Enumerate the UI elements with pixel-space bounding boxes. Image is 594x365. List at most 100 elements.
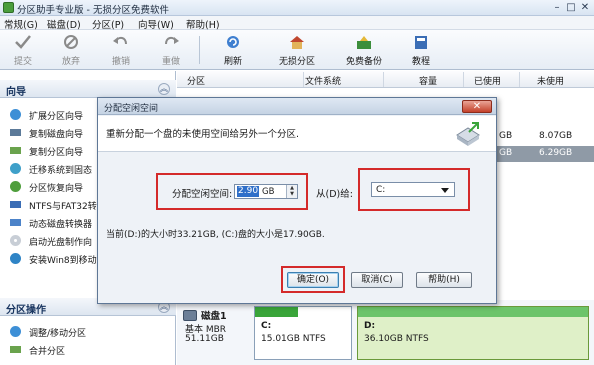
recovery-icon <box>10 181 21 192</box>
tutorial-button[interactable]: 教程 <box>396 33 446 67</box>
toolbar-separator <box>199 36 200 64</box>
tutorial-icon <box>415 36 427 49</box>
dialog-body: 分配空闲空间: 2.90 GB ▲ ▼ 从(D)给: C: 当前(D:)的大小时3… <box>98 153 496 303</box>
partition-letter: D: <box>364 321 376 331</box>
partition-list-header: 分区 文件系统 容量 已使用 未使用 <box>177 71 594 88</box>
cancel-button[interactable]: 取消(C) <box>351 272 403 288</box>
menu-bar: 常规(G) 磁盘(D) 分区(P) 向导(W) 帮助(H) <box>0 16 594 31</box>
refresh-button[interactable]: 刷新 <box>208 33 258 67</box>
menu-general[interactable]: 常规(G) <box>4 17 38 31</box>
menu-wizard[interactable]: 向导(W) <box>138 17 174 31</box>
wizard-panel-title: 向导 <box>6 87 26 98</box>
size-stepper[interactable]: 2.90 GB ▲ ▼ <box>234 184 298 199</box>
maximize-button[interactable]: □ <box>564 2 578 14</box>
wizard-item-label: 动态磁盘转换器 <box>29 220 93 230</box>
close-button[interactable]: ✕ <box>578 2 592 14</box>
undo-label: 撤销 <box>111 57 130 67</box>
discard-label: 放弃 <box>61 57 80 67</box>
partition-ops-panel-title: 分区操作 <box>6 305 46 316</box>
migrate-icon <box>10 163 21 174</box>
op-item-label: 调整/移动分区 <box>29 329 87 339</box>
dialog-description: 重新分配一个盘的未使用空间给另外一个分区. <box>106 129 300 140</box>
wizard-panel-header[interactable]: 向导 ︽ <box>0 80 176 98</box>
lossless-partition-label: 无损分区 <box>278 57 315 67</box>
minimize-button[interactable]: – <box>550 2 564 14</box>
column-divider[interactable] <box>519 72 520 87</box>
wizard-item-label: 复制分区向导 <box>29 148 84 158</box>
partition-letter: C: <box>261 321 272 331</box>
help-button[interactable]: 帮助(H) <box>416 272 472 288</box>
op-item-resize-move[interactable]: 调整/移动分区 <box>0 323 176 341</box>
menu-disk[interactable]: 磁盘(D) <box>47 17 81 31</box>
disk-map: 磁盘1 基本 MBR 51.11GB C: 15.01GB NTFS D: 36… <box>177 300 594 365</box>
used-cell: GB <box>499 131 513 141</box>
from-label: 从(D)给: <box>316 189 353 200</box>
col-free[interactable]: 未使用 <box>537 74 564 87</box>
window-title: 分区助手专业版 - 无损分区免费软件 <box>17 5 169 16</box>
column-divider[interactable] <box>303 72 304 87</box>
menu-partition[interactable]: 分区(P) <box>92 17 124 31</box>
resize-icon <box>10 326 21 337</box>
cd-icon <box>10 235 21 246</box>
partition-block-c[interactable]: C: 15.01GB NTFS <box>254 306 352 360</box>
backup-icon <box>357 36 371 49</box>
col-filesystem[interactable]: 文件系统 <box>305 74 341 87</box>
allocate-space-dialog: 分配空闲空间 ✕ 重新分配一个盘的未使用空间给另外一个分区. 分配空闲空间: 2… <box>97 97 497 304</box>
free-backup-label: 免费备份 <box>345 57 382 67</box>
col-capacity[interactable]: 容量 <box>419 74 437 87</box>
free-cell: 6.29GB <box>539 148 573 158</box>
chevron-down-icon[interactable] <box>441 188 449 193</box>
col-used[interactable]: 已使用 <box>474 74 501 87</box>
wizard-item-label: 分区恢复向导 <box>29 184 84 194</box>
toolbar: 提交 放弃 撤销 重做 刷新 无损分区 免费备份 教程 <box>0 30 594 70</box>
merge-icon <box>10 346 21 353</box>
column-divider[interactable] <box>383 72 384 87</box>
target-partition-select[interactable]: C: <box>371 182 455 197</box>
usage-bar <box>358 307 588 317</box>
menu-help[interactable]: 帮助(H) <box>186 17 220 31</box>
free-backup-button[interactable]: 免费备份 <box>336 33 392 67</box>
redo-label: 重做 <box>161 57 180 67</box>
extend-partition-icon <box>10 109 21 120</box>
refresh-icon <box>227 36 239 48</box>
wizard-item-label: 安装Win8到移动 <box>29 256 97 266</box>
partition-info: 36.10GB NTFS <box>364 334 429 344</box>
stepper-down-icon[interactable]: ▼ <box>287 191 297 197</box>
size-value: 2.90 <box>237 186 260 197</box>
redo-icon <box>165 36 179 45</box>
collapse-icon[interactable]: ︽ <box>158 83 170 95</box>
selected-partition: C: <box>376 185 386 195</box>
size-info-text: 当前(D:)的大小时33.21GB, (C:)盘的大小是17.90GB. <box>106 230 325 240</box>
undo-button[interactable]: 撤销 <box>96 33 146 67</box>
partition-block-d[interactable]: D: 36.10GB NTFS <box>357 306 589 360</box>
redo-button[interactable]: 重做 <box>146 33 196 67</box>
disk-icon <box>183 310 197 321</box>
refresh-label: 刷新 <box>223 57 242 67</box>
wizard-item-label: NTFS与FAT32转换 <box>29 202 106 212</box>
undo-icon <box>113 36 127 45</box>
tutorial-label: 教程 <box>411 57 430 67</box>
op-item-merge[interactable]: 合并分区 <box>0 341 176 359</box>
used-cell: GB <box>499 148 513 158</box>
stepper-buttons[interactable]: ▲ ▼ <box>286 185 297 198</box>
commit-label: 提交 <box>13 57 32 67</box>
dialog-title: 分配空闲空间 <box>104 104 159 114</box>
commit-button[interactable]: 提交 <box>0 33 48 67</box>
discard-button[interactable]: 放弃 <box>46 33 96 67</box>
ok-button[interactable]: 确定(O) <box>287 272 339 288</box>
app-icon <box>3 2 14 13</box>
house-icon <box>290 36 304 49</box>
lossless-partition-button[interactable]: 无损分区 <box>269 33 325 67</box>
copy-partition-icon <box>10 147 21 154</box>
dialog-title-bar[interactable]: 分配空闲空间 ✕ <box>98 98 496 115</box>
usage-bar <box>255 307 299 317</box>
size-unit: GB <box>262 187 275 197</box>
wizard-item-label: 扩展分区向导 <box>29 112 84 122</box>
free-cell: 8.07GB <box>539 131 573 141</box>
column-divider[interactable] <box>463 72 464 87</box>
dialog-close-button[interactable]: ✕ <box>462 100 492 113</box>
disk-info[interactable]: 磁盘1 基本 MBR 51.11GB <box>183 308 253 358</box>
partition-info: 15.01GB NTFS <box>261 334 326 344</box>
col-partition[interactable]: 分区 <box>187 74 205 87</box>
checkmark-icon <box>15 35 31 49</box>
